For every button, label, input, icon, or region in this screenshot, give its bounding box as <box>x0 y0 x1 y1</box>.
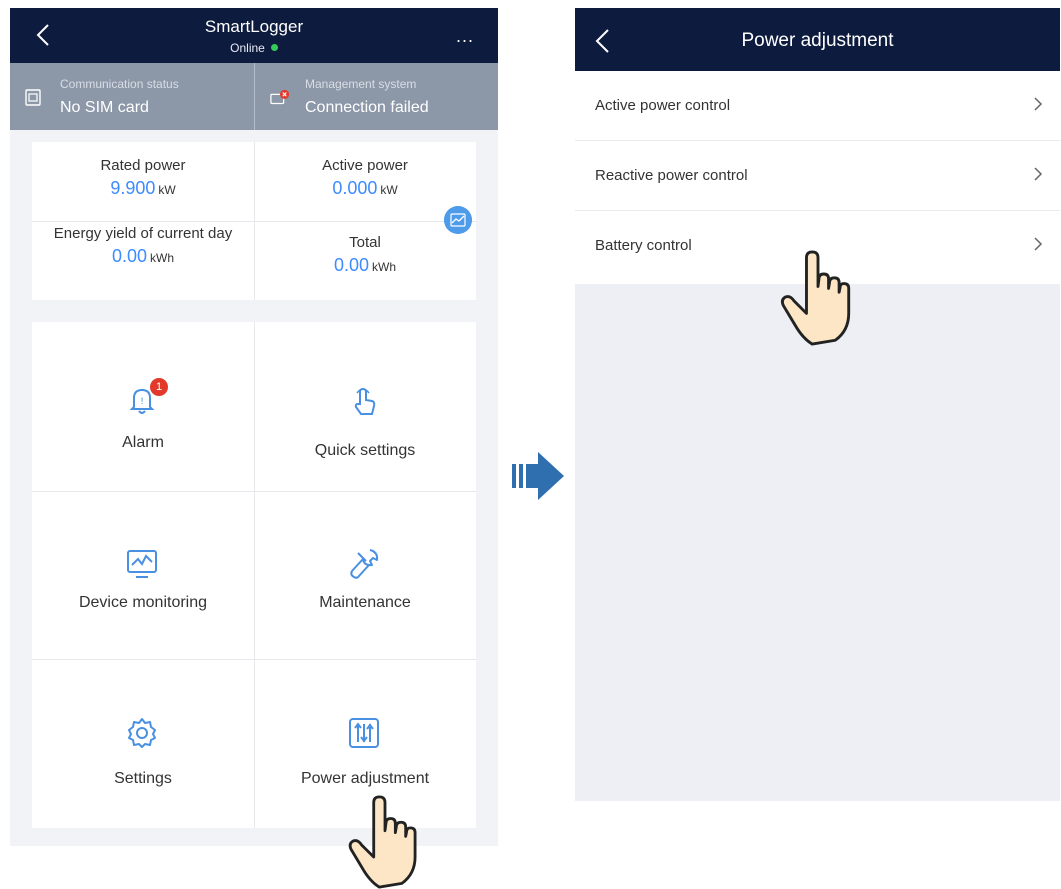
management-system-status[interactable]: Management system Connection failed <box>254 63 498 130</box>
power-adjustment-screen: Power adjustment Active power control Re… <box>575 8 1060 801</box>
active-power-unit: kW <box>380 183 398 197</box>
communication-status-value: No SIM card <box>60 99 149 116</box>
active-power-label: Active power <box>322 157 408 174</box>
sim-card-icon <box>25 89 41 106</box>
list-item-active-power-control[interactable]: Active power control <box>575 71 1060 141</box>
energy-yield-today: Energy yield of current day 0.00 kWh <box>40 224 246 267</box>
flow-arrow-icon <box>512 452 564 500</box>
communication-status-label: Communication status <box>60 77 179 91</box>
quick-settings-label: Quick settings <box>314 442 416 459</box>
chevron-right-icon <box>1034 237 1043 251</box>
energy-yield-today-label: Energy yield of current day <box>53 225 233 242</box>
monitor-chart-icon <box>127 550 157 578</box>
device-monitoring-label: Device monitoring <box>78 594 208 611</box>
smartlogger-home-screen: SmartLogger Online ... Communication sta… <box>10 8 498 846</box>
alarm-count-badge: 1 <box>150 378 168 396</box>
svg-text:!: ! <box>140 397 144 407</box>
page-title: SmartLogger <box>204 17 304 36</box>
management-system-value: Connection failed <box>305 99 429 116</box>
page-title: Power adjustment <box>741 30 894 51</box>
power-summary-card: Rated power 9.900 kW Active power 0.000 kW… <box>32 142 476 300</box>
maintenance-label: Maintenance <box>319 594 411 611</box>
function-menu: ! 1 Alarm Quick settings Device monitori… <box>32 322 476 828</box>
status-bar: Communication status No SIM card Managem… <box>10 63 498 130</box>
alarm-label: Alarm <box>122 434 164 451</box>
list-item-label: Active power control <box>595 97 731 114</box>
settings-label: Settings <box>114 770 172 787</box>
management-system-label: Management system <box>305 77 417 91</box>
settings-tile[interactable]: Settings <box>32 659 254 828</box>
maintenance-tile[interactable]: Maintenance <box>254 491 476 659</box>
total-energy: Total 0.00 kWh <box>254 233 476 276</box>
rated-power: Rated power 9.900 kW <box>32 156 254 199</box>
tap-hand-icon <box>354 387 376 415</box>
quick-settings-tile[interactable]: Quick settings <box>254 322 476 491</box>
online-status-text: Online <box>230 41 265 55</box>
active-power-value: 0.000 <box>332 178 378 198</box>
total-energy-unit: kWh <box>372 260 397 274</box>
more-options-button[interactable]: ... <box>456 26 474 47</box>
list-item-label: Battery control <box>595 237 692 254</box>
wrench-icon <box>350 549 379 579</box>
rated-power-unit: kW <box>158 183 176 197</box>
pointing-hand-icon <box>348 795 417 889</box>
chevron-right-icon <box>1034 97 1043 111</box>
total-energy-value: 0.00 <box>333 255 370 275</box>
list-item-label: Reactive power control <box>595 167 748 184</box>
trend-chart-icon[interactable] <box>444 206 472 234</box>
app-header: SmartLogger Online ... <box>10 8 498 63</box>
alarm-tile[interactable]: ! 1 Alarm <box>32 322 254 491</box>
rated-power-label: Rated power <box>100 157 186 174</box>
energy-yield-today-unit: kWh <box>150 251 175 265</box>
online-dot-icon <box>270 44 278 51</box>
gear-icon <box>128 718 156 748</box>
device-monitoring-tile[interactable]: Device monitoring <box>32 491 254 659</box>
network-error-icon <box>270 89 290 105</box>
power-adjustment-label: Power adjustment <box>300 770 430 787</box>
energy-yield-today-value: 0.00 <box>111 246 148 266</box>
chevron-right-icon <box>1034 167 1043 181</box>
divider <box>32 221 476 222</box>
rated-power-value: 9.900 <box>110 178 156 198</box>
communication-status[interactable]: Communication status No SIM card <box>10 63 254 130</box>
app-header: Power adjustment <box>575 8 1060 71</box>
active-power: Active power 0.000 kW <box>254 156 476 199</box>
connection-status: Online <box>10 41 498 55</box>
total-energy-label: Total <box>349 234 381 251</box>
list-item-reactive-power-control[interactable]: Reactive power control <box>575 141 1060 211</box>
pointing-hand-icon <box>780 250 851 346</box>
sliders-icon <box>349 718 379 748</box>
